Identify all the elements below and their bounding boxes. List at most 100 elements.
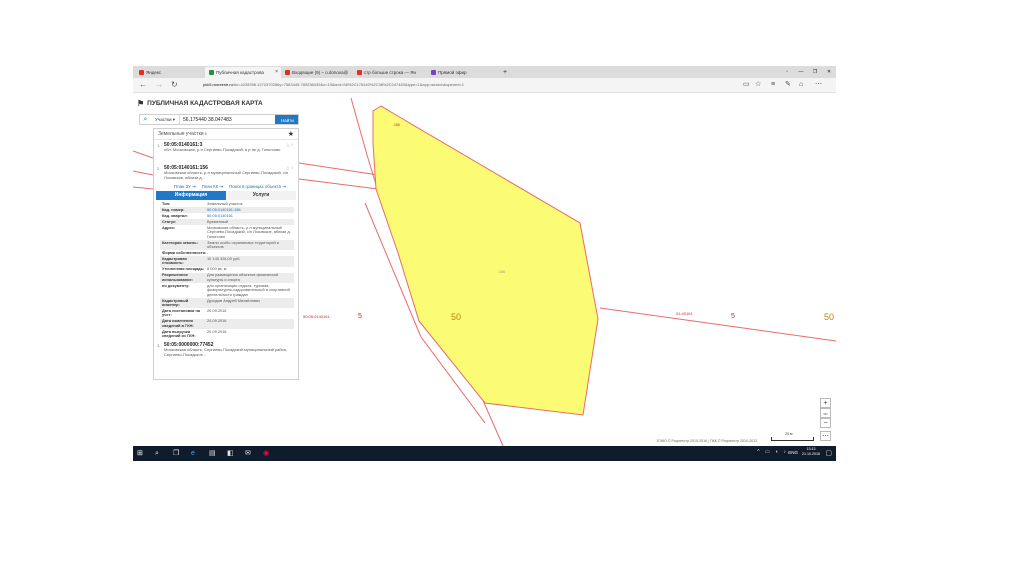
result-tools-icon[interactable]: △ ☆ (286, 165, 294, 170)
browser-nav-bar: ← → ↻ pkk5.rosreestr.ru/#x=4235396.12723… (133, 78, 836, 93)
forward-arrow-icon[interactable]: → (155, 80, 163, 90)
zoom-levels-icon[interactable]: ••• (820, 408, 831, 418)
map-label: :156 (498, 270, 505, 274)
mail-favicon-icon (285, 70, 290, 75)
mail-icon[interactable]: ✉ (245, 449, 251, 458)
refresh-icon[interactable]: ↻ (171, 80, 178, 90)
favorite-star-icon[interactable]: ☆ (755, 80, 761, 90)
tab-preview-icon[interactable]: ▫ (780, 66, 794, 78)
list-item[interactable]: 1. 50:05:0140161:3 обл. Московская, р-н … (154, 140, 298, 163)
parcel-links: План ЗУ ⇥ План КК ⇥ Поиск в границах объ… (154, 184, 298, 190)
restore-icon[interactable]: ❐ (808, 66, 822, 78)
store-icon[interactable]: ◧ (227, 449, 234, 458)
info-key: Тип: (162, 200, 171, 206)
search-type-dropdown[interactable]: Участки ▾ (151, 115, 181, 124)
reading-view-icon[interactable]: ▭ (743, 80, 750, 90)
back-arrow-icon[interactable]: ← (139, 80, 147, 90)
info-value: 8 000 кв. м (207, 266, 227, 272)
quarter-plan-link[interactable]: План КК ⇥ (202, 184, 223, 190)
list-item-selected[interactable]: 2. 50:05:0140161:156 Московская область,… (154, 163, 298, 184)
search-icon[interactable]: ⌕ (155, 449, 159, 458)
boundary-line (133, 170, 154, 176)
quarter-number-label: 50:05:0140161 (303, 314, 330, 319)
hub-icon[interactable]: ≡ (771, 80, 775, 90)
info-value: 20.09.2016 (207, 318, 227, 324)
result-tools-icon[interactable]: △ ☆ (286, 142, 294, 147)
zoom-out-button[interactable]: − (820, 418, 831, 428)
info-value: 20.09.2016 (207, 308, 227, 314)
more-icon[interactable]: ⋯ (815, 80, 822, 90)
scale-bar (771, 437, 814, 441)
url-host: pkk5.rosreestr.ru (203, 82, 233, 87)
search-icon[interactable]: ⌕ (140, 116, 151, 124)
more-tools-button[interactable]: ⋯ (820, 431, 831, 441)
land-parcel-polygon (372, 105, 599, 416)
list-item[interactable]: 3. 50:05:0000000:77452 Московская област… (154, 339, 298, 364)
share-icon[interactable]: ⌂ (799, 80, 803, 90)
info-row: по документу: для организации отдыха, тур… (160, 283, 294, 298)
info-key: Категория земель: (162, 239, 198, 245)
windows-start-icon[interactable]: ⊞ (137, 449, 143, 458)
tab-services[interactable]: Услуги (226, 191, 296, 200)
close-window-icon[interactable]: ✕ (822, 66, 836, 78)
window-controls: ▫ — ❐ ✕ (780, 66, 836, 78)
parcel-address: Московская область, р-н муниципальный Се… (164, 170, 289, 180)
tab-information[interactable]: Информация (156, 191, 226, 200)
parcel-plan-link[interactable]: План ЗУ ⇥ (174, 184, 196, 190)
search-input[interactable] (180, 115, 274, 124)
task-view-icon[interactable]: ❐ (173, 449, 179, 458)
map-label: :156 (393, 123, 400, 127)
yandex-favicon-icon (139, 70, 144, 75)
browser-tab-live[interactable]: Прямой эфир (427, 67, 499, 78)
language-indicator[interactable]: ENG (788, 450, 798, 455)
panel-header: Земельные участки 5 ★ (154, 129, 298, 140)
info-key: Адрес: (162, 224, 176, 230)
address-bar[interactable]: pkk5.rosreestr.ru/#x=4235396.1272370286y… (203, 81, 733, 89)
info-value[interactable]: 50:05:0140161:156 (207, 207, 294, 212)
quarter-number-label: 01:40161 (676, 311, 693, 316)
minimize-icon[interactable]: — (794, 66, 808, 78)
find-button[interactable]: Найти (275, 115, 298, 124)
district-number-label: 5 (731, 313, 735, 320)
info-value: 10 145 328,00 руб. (207, 256, 241, 262)
new-tab-button[interactable]: + (501, 67, 513, 78)
system-clock[interactable]: 13:13 21.10.2016 (802, 447, 820, 456)
info-value: Земельный участок (207, 200, 243, 206)
info-key: Дата изменения сведений в ГКН: (162, 318, 194, 328)
desktop-screen: Яндекс Публичная кадастрова × Входящие (… (133, 66, 836, 461)
result-number: 3. (157, 343, 161, 349)
browser-tab-search[interactable]: стр больше строка — Ян (353, 67, 427, 78)
info-key: Кад. номер: (162, 206, 185, 212)
web-note-icon[interactable]: ✎ (785, 80, 791, 90)
info-value: Для размещения объектов физической культ… (207, 272, 279, 282)
app-title: ПУБЛИЧНАЯ КАДАСТРОВАЯ КАРТА (147, 100, 263, 107)
search-favicon-icon (357, 70, 362, 75)
browser-tab-mail[interactable]: Входящие (9) – o.donova@ (281, 67, 353, 78)
browser-tab-cadastral[interactable]: Публичная кадастрова × (205, 67, 281, 78)
zoom-in-button[interactable]: + (820, 398, 831, 408)
explorer-icon[interactable]: ▤ (209, 449, 216, 458)
info-value: Временный (207, 218, 229, 224)
system-tray-icons[interactable]: ^ ▭ ◖ ♪ (757, 449, 788, 455)
clock-date: 21.10.2016 (802, 451, 820, 456)
info-row: Адрес: Московская область, р-н муниципаль… (160, 225, 294, 240)
rosreestr-logo-icon: ⚑ (137, 99, 145, 108)
info-key: Кадастровая стоимость: (162, 256, 187, 266)
info-key: Дата выгрузки сведений из ГКН: (162, 328, 196, 339)
cadastral-favicon-icon (209, 70, 214, 75)
scale-label: 20 м (785, 432, 793, 436)
info-key: Кад. квартал: (162, 212, 188, 218)
search-in-bounds-link[interactable]: Поиск в границах объекта ⇥ (229, 184, 286, 190)
browser-tab-strip: Яндекс Публичная кадастрова × Входящие (… (133, 66, 836, 78)
chrome-icon[interactable]: ◉ (263, 449, 269, 458)
info-row: Дата выгрузки сведений из ГКН: 20.09.2016 (160, 329, 294, 339)
favorite-star-icon[interactable]: ★ (288, 130, 294, 138)
edge-browser-icon[interactable]: e (191, 449, 195, 458)
info-value[interactable]: 50:05:0140161 (207, 213, 294, 218)
browser-tab-yandex[interactable]: Яндекс (135, 67, 205, 78)
results-panel: Земельные участки 5 ★ 1. 50:05:0140161:3… (153, 128, 299, 380)
close-tab-icon[interactable]: × (275, 69, 278, 75)
action-center-icon[interactable]: ▢ (825, 449, 832, 457)
boundary-line (133, 150, 154, 159)
boundary-line (133, 186, 154, 190)
